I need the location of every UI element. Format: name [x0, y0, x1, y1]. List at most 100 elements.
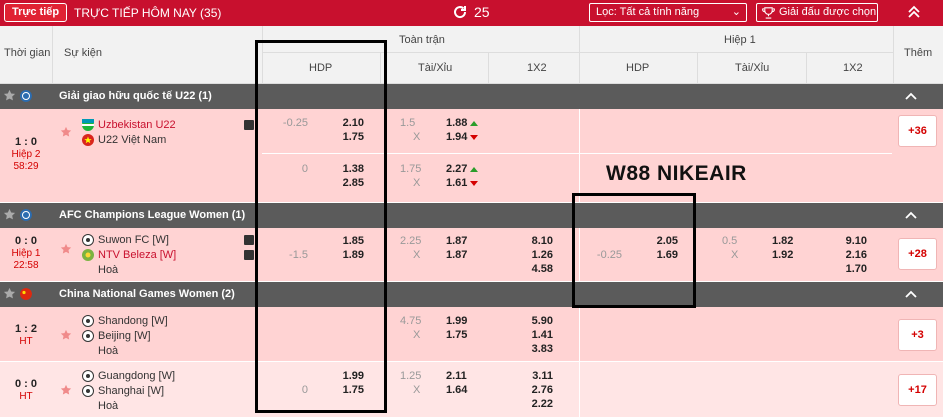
- ou-over-value: 2.27: [446, 163, 468, 175]
- h1-1x2-draw-odd[interactable]: 1.70: [832, 263, 867, 275]
- more-markets-button[interactable]: +28: [898, 238, 937, 270]
- ou-under-odd[interactable]: 1.94: [446, 131, 492, 143]
- header-more: Thêm: [904, 47, 933, 59]
- 1x2-draw-odd[interactable]: 4.58: [518, 263, 553, 275]
- table-header: Thời gian Sự kiện Toàn trận Hiệp 1 Thêm …: [0, 26, 943, 84]
- more-markets-button[interactable]: +17: [898, 374, 937, 406]
- match-row: 1 : 0 Hiệp 2 58:29 Uzbekistan U22 U22 Vi…: [0, 109, 943, 203]
- 1x2-away-odd[interactable]: 1.26: [518, 249, 553, 261]
- home-team[interactable]: Uzbekistan U22: [82, 119, 176, 131]
- ou-x: X: [413, 384, 421, 396]
- stats-icon[interactable]: [244, 120, 254, 130]
- refresh-icon: [454, 6, 467, 19]
- match-score: 1 : 0: [14, 136, 37, 148]
- ou-over-odd[interactable]: 1.88: [446, 117, 492, 129]
- 1x2-away-odd[interactable]: 2.76: [518, 384, 553, 396]
- ou-over-value: 1.88: [446, 117, 468, 129]
- match-period: HT: [19, 336, 33, 347]
- ou-under-odd[interactable]: 1.75: [446, 329, 480, 341]
- league-header[interactable]: Giải giao hữu quốc tế U22 (1): [0, 84, 943, 109]
- chevron-up-icon[interactable]: [904, 208, 918, 222]
- live-button[interactable]: Trực tiếp: [4, 3, 68, 22]
- soccer-ball-icon: [82, 385, 94, 397]
- refresh-button[interactable]: 25: [452, 4, 490, 20]
- collapse-all-button[interactable]: [904, 4, 924, 22]
- star-icon[interactable]: [3, 89, 16, 102]
- league-name: China National Games Women (2): [59, 288, 235, 300]
- more-markets-button[interactable]: +36: [898, 115, 937, 147]
- filter-label: Lọc: Tất cả tính năng: [596, 6, 700, 18]
- 1x2-home-odd[interactable]: 8.10: [518, 235, 553, 247]
- match-clock: 22:58: [13, 260, 39, 271]
- favorite-star-icon[interactable]: [60, 384, 72, 396]
- trophy-icon: [762, 7, 775, 19]
- match-period: Hiệp 1: [11, 248, 41, 259]
- arrow-down-icon: [470, 180, 479, 186]
- ou-over-odd[interactable]: 2.27: [446, 163, 492, 175]
- divider: [579, 362, 580, 418]
- header-ou: Tài/Xỉu: [418, 62, 453, 74]
- home-team-name: Guangdong [W]: [98, 370, 176, 382]
- live-tracker-icon[interactable]: [244, 250, 254, 260]
- h1-ou-under-odd[interactable]: 1.92: [772, 249, 806, 261]
- 1x2-away-odd[interactable]: 1.41: [518, 329, 553, 341]
- more-markets-button[interactable]: +3: [898, 319, 937, 351]
- favorite-star-icon[interactable]: [60, 329, 72, 341]
- selected-leagues-button[interactable]: Giải đấu được chọn: [756, 3, 878, 22]
- star-icon[interactable]: [3, 208, 16, 221]
- chevron-up-icon[interactable]: [904, 287, 918, 301]
- video-icon[interactable]: [244, 235, 254, 245]
- divider: [579, 307, 580, 362]
- away-team-name: U22 Việt Nam: [98, 134, 167, 146]
- chevron-up-icon[interactable]: [904, 89, 918, 103]
- divider: [579, 26, 580, 84]
- h1-ou-x: X: [731, 249, 739, 261]
- 1x2-draw-odd[interactable]: 2.22: [518, 398, 553, 410]
- world-flag-icon: [20, 90, 32, 102]
- draw-label: Hoà: [98, 400, 119, 412]
- highlight-box-hdp: [255, 40, 387, 413]
- ou-over-odd[interactable]: 1.87: [446, 235, 480, 247]
- away-team[interactable]: Shanghai [W]: [82, 385, 164, 397]
- league-header[interactable]: China National Games Women (2): [0, 282, 943, 307]
- vietnam-flag-icon: [82, 134, 94, 146]
- star-icon[interactable]: [3, 287, 16, 300]
- 1x2-home-odd[interactable]: 5.90: [518, 315, 553, 327]
- h1-1x2-away-odd[interactable]: 2.16: [832, 249, 867, 261]
- away-team-name: Shanghai [W]: [98, 385, 165, 397]
- match-period: Hiệp 2: [11, 149, 41, 160]
- home-team[interactable]: Suwon FC [W]: [82, 234, 169, 246]
- 1x2-draw-odd[interactable]: 3.83: [518, 343, 553, 355]
- header-full-match: Toàn trận: [399, 34, 445, 46]
- ou-over-odd[interactable]: 2.11: [446, 370, 480, 382]
- league-header[interactable]: AFC Champions League Women (1): [0, 203, 943, 228]
- 1x2-home-odd[interactable]: 3.11: [518, 370, 553, 382]
- ou-line: 1.5: [400, 117, 416, 129]
- away-team[interactable]: Beijing [W]: [82, 330, 151, 342]
- match-score: 0 : 0: [14, 378, 37, 390]
- home-team[interactable]: Guangdong [W]: [82, 370, 175, 382]
- header-h1-hdp: HDP: [626, 62, 650, 74]
- ou-under-value: 1.61: [446, 177, 468, 189]
- favorite-star-icon[interactable]: [60, 126, 72, 138]
- home-team[interactable]: Shandong [W]: [82, 315, 168, 327]
- ou-under-odd[interactable]: 1.61: [446, 177, 492, 189]
- ou-under-odd[interactable]: 1.87: [446, 249, 480, 261]
- ou-over-odd[interactable]: 1.99: [446, 315, 480, 327]
- h1-1x2-home-odd[interactable]: 9.10: [832, 235, 867, 247]
- chevron-down-icon: ⌄: [731, 6, 741, 18]
- away-team[interactable]: U22 Việt Nam: [82, 134, 166, 146]
- away-team[interactable]: NTV Beleza [W]: [82, 249, 176, 261]
- match-score: 1 : 2: [14, 323, 37, 335]
- h1-ou-over-odd[interactable]: 1.82: [772, 235, 806, 247]
- ou-x: X: [413, 329, 421, 341]
- draw-label: Hoà: [98, 345, 119, 357]
- filter-select[interactable]: Lọc: Tất cả tính năng ⌄: [589, 3, 747, 22]
- ou-under-odd[interactable]: 1.64: [446, 384, 480, 396]
- favorite-star-icon[interactable]: [60, 243, 72, 255]
- club-crest-icon: [82, 249, 94, 261]
- match-clock: 58:29: [13, 161, 39, 172]
- soccer-ball-icon: [82, 370, 94, 382]
- divider: [893, 26, 894, 84]
- arrow-up-icon: [470, 120, 479, 126]
